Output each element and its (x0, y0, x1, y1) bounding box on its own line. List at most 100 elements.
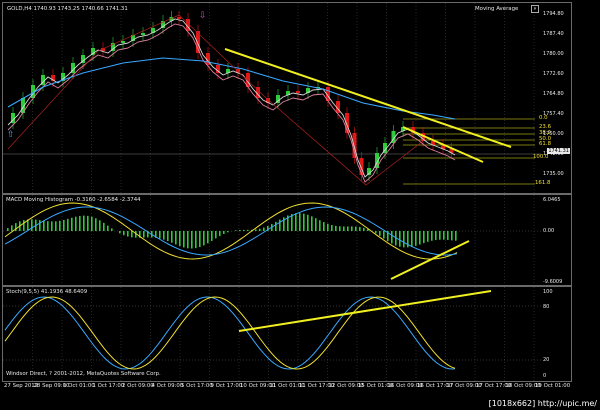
macd-histogram-bar (183, 231, 185, 248)
watermark: [1018x662] http://upic.me/ (488, 399, 597, 408)
macd-histogram-bar (239, 229, 241, 231)
macd-histogram-bar (391, 231, 393, 244)
macd-axis-top: 6.0465 (543, 197, 561, 203)
macd-histogram-bar (223, 231, 225, 234)
macd-histogram-bar (323, 222, 325, 231)
macd-histogram-bar (159, 231, 161, 239)
macd-histogram-bar (235, 230, 237, 231)
macd-histogram-bar (383, 231, 385, 239)
macd-histogram-bar (143, 231, 145, 238)
macd-histogram-bar (403, 231, 405, 248)
price-chart-panel[interactable]: GOLD,H4 1740.93 1743.25 1740.66 1741.31 … (2, 2, 572, 194)
macd-histogram-bar (347, 226, 349, 231)
macd-histogram-bar (315, 218, 317, 231)
macd-panel[interactable]: MACD Moving Histogram -0.3160 -2.6584 -2… (2, 194, 572, 286)
macd-histogram-bar (215, 231, 217, 239)
candle-body (177, 17, 181, 19)
macd-histogram-bar (187, 231, 189, 249)
macd-histogram-bar (131, 231, 133, 238)
macd-histogram-bar (99, 220, 101, 231)
macd-histogram-bar (311, 216, 313, 231)
macd-histogram-bar (335, 225, 337, 231)
macd-histogram-bar (75, 216, 77, 231)
macd-histogram-bar (307, 214, 309, 231)
macd-histogram-bar (319, 220, 321, 231)
macd-histogram-bar (411, 231, 413, 247)
macd-histogram-bar (91, 216, 93, 231)
macd-histogram-bar (427, 231, 429, 242)
price-tick-label: 1750.00 (543, 131, 564, 137)
macd-histogram-bar (11, 225, 13, 231)
macd-chart[interactable] (3, 195, 571, 285)
macd-histogram-bar (195, 231, 197, 249)
macd-histogram-bar (363, 227, 365, 231)
macd-histogram-bar (31, 219, 33, 231)
macd-axis-bottom: -9.6009 (543, 279, 563, 285)
macd-histogram-bar (175, 231, 177, 245)
price-tick-label: 1787.40 (543, 31, 564, 37)
time-tick-label: 4 Oct 09:00 (151, 383, 184, 389)
macd-histogram-bar (451, 231, 453, 241)
price-chart[interactable] (3, 3, 571, 193)
macd-axis-zero: 0.00 (543, 228, 555, 234)
macd-histogram-bar (355, 226, 357, 231)
copyright-footer: Windsor Direct, ? 2001-2012, MetaQuotes … (6, 371, 161, 377)
macd-histogram-bar (259, 228, 261, 231)
macd-histogram-bar (343, 226, 345, 231)
macd-histogram-bar (63, 219, 65, 231)
macd-histogram-bar (275, 221, 277, 231)
macd-histogram-bar (263, 227, 265, 231)
macd-histogram-bar (55, 221, 57, 231)
macd-histogram-bar (107, 225, 109, 231)
arrow-up-icon: ⇧ (7, 130, 15, 140)
price-tick-label: 1735.00 (543, 171, 564, 177)
price-tick-label: 1794.80 (543, 11, 564, 17)
ma-fast-line (7, 18, 456, 178)
macd-histogram-bar (71, 217, 73, 231)
macd-histogram-bar (79, 215, 81, 231)
current-price-tag: 1741.31 (547, 148, 570, 154)
price-tick-label: 1780.00 (543, 51, 564, 57)
macd-histogram-bar (191, 231, 193, 249)
macd-histogram-bar (67, 218, 69, 231)
macd-histogram-bar (247, 229, 249, 231)
macd-histogram-bar (279, 219, 281, 231)
macd-histogram-bar (103, 222, 105, 231)
macd-histogram-bar (243, 229, 245, 231)
macd-histogram-bar (327, 223, 329, 231)
macd-histogram-bar (211, 231, 213, 241)
stochastic-chart[interactable] (3, 287, 571, 381)
macd-histogram-bar (111, 228, 113, 231)
macd-histogram-bar (455, 231, 457, 241)
stoch-label: Stoch(9,5,5) 41.1936 48.6409 (6, 289, 88, 295)
stochastic-panel[interactable]: Stoch(9,5,5) 41.1936 48.6409 100 80 20 0… (2, 286, 572, 382)
fib-level-label: 161.8 (535, 180, 551, 186)
stoch-trendline (238, 290, 492, 332)
stoch-axis-20: 20 (543, 357, 550, 363)
macd-histogram-bar (123, 231, 125, 236)
time-tick-label: 1 Oct 17:00 (92, 383, 125, 389)
macd-histogram-bar (415, 231, 417, 246)
stoch-axis-100: 100 (543, 289, 553, 295)
macd-histogram-bar (219, 231, 221, 237)
chart-menu-icon[interactable]: ▾ (531, 5, 539, 13)
macd-histogram-bar (95, 218, 97, 231)
symbol-ohlc: GOLD,H4 1740.93 1743.25 1740.66 1741.31 (7, 6, 128, 12)
macd-histogram-bar (419, 231, 421, 245)
macd-histogram-bar (207, 231, 209, 244)
time-tick-label: 1 Oct 01:00 (63, 383, 95, 389)
macd-histogram-bar (439, 231, 441, 240)
price-tick-label: 1772.60 (543, 71, 564, 77)
macd-histogram-bar (171, 231, 173, 243)
time-tick-label: 9 Oct 17:00 (210, 383, 243, 389)
macd-histogram-bar (379, 231, 381, 236)
candle-body (121, 41, 125, 43)
macd-histogram-bar (443, 231, 445, 240)
macd-histogram-bar (375, 231, 377, 234)
macd-histogram-bar (23, 220, 25, 231)
candle-body (296, 91, 300, 93)
macd-histogram-bar (47, 221, 49, 231)
stoch-axis-80: 80 (543, 304, 550, 310)
candle-body (352, 133, 357, 158)
macd-histogram-bar (43, 220, 45, 231)
